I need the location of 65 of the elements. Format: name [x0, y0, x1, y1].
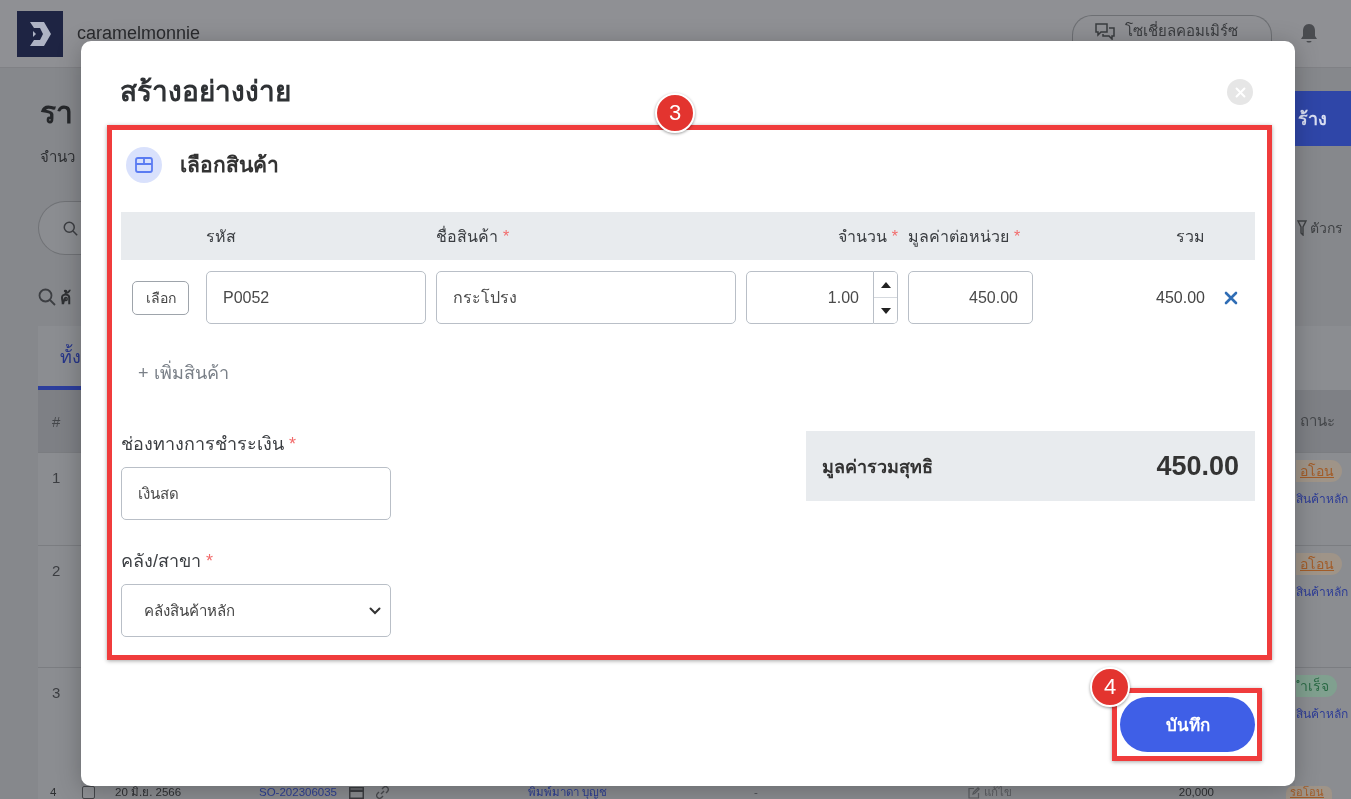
- order-number-link[interactable]: SO-202306035: [259, 786, 337, 799]
- status-tag: อโอน: [1296, 553, 1342, 575]
- search-icon: [38, 288, 56, 306]
- status-tag: อโอน: [1296, 460, 1342, 482]
- save-button[interactable]: บันทึก: [1120, 697, 1255, 752]
- filter-button[interactable]: ตัวกร: [1295, 218, 1351, 238]
- warehouse-link[interactable]: สินค้าหลัก: [1296, 585, 1348, 599]
- edit-icon: [968, 786, 980, 799]
- remove-button[interactable]: [1224, 290, 1238, 305]
- status-tag: รอโอน: [1286, 786, 1332, 799]
- customer-link[interactable]: พิมพ์มาดา บุญช: [528, 786, 608, 799]
- search-heading: ค้: [60, 287, 71, 310]
- code-field[interactable]: P0052: [206, 271, 426, 324]
- column-header: รหัส: [206, 226, 236, 247]
- quantity-field[interactable]: 1.00: [746, 271, 874, 324]
- order-date: 20 มิ.ย. 2566: [115, 786, 182, 799]
- summary-value: 450.00: [1156, 450, 1239, 482]
- dialog-title: สร้างอย่างง่าย: [120, 75, 291, 109]
- row-number: 2: [52, 562, 61, 579]
- logo-icon: [17, 10, 63, 57]
- status-tag: ำเร็จ: [1296, 675, 1337, 697]
- column-header: จำนวน *: [837, 226, 898, 247]
- search-field[interactable]: [38, 201, 81, 255]
- field-label: ช่องทางการชำระเงิน *: [121, 433, 296, 455]
- step-marker: 4: [1090, 667, 1130, 707]
- warehouse-select[interactable]: คลังสินค้าหลัก: [121, 584, 391, 637]
- chevron-down-icon: [369, 606, 381, 615]
- warehouse-link[interactable]: สินค้าหลัก: [1296, 492, 1348, 506]
- x-icon: [1224, 290, 1238, 305]
- unit-price-field[interactable]: 450.00: [908, 271, 1033, 324]
- line-total: 450.00: [1156, 288, 1205, 307]
- step-marker: 3: [655, 93, 695, 133]
- field-label: คลัง/สาขา *: [121, 550, 214, 572]
- search-icon: [63, 220, 78, 236]
- summary-label: มูลค่ารวมสุทธิ: [822, 455, 933, 481]
- bell-icon[interactable]: [1300, 23, 1318, 44]
- row-number: 3: [52, 684, 61, 701]
- increment-button[interactable]: [874, 272, 897, 298]
- select-button[interactable]: เลือก: [132, 280, 189, 315]
- section-title: เลือกสินค้า: [180, 152, 279, 178]
- add-item-button[interactable]: + เพิ่มสินค้า: [138, 362, 229, 385]
- page-subtitle: จำนว: [40, 147, 75, 167]
- column-header: #: [52, 412, 61, 430]
- card-icon[interactable]: [349, 786, 364, 799]
- caret-down-icon: [880, 307, 891, 314]
- column-header: มูลค่าต่อหน่วย *: [908, 226, 1021, 249]
- close-icon: [1234, 86, 1246, 98]
- column-header: รวม: [1176, 226, 1205, 247]
- column-header: ถานะ: [1300, 411, 1335, 431]
- value-text: -: [754, 786, 758, 799]
- create-button[interactable]: ร้าง: [1295, 91, 1351, 146]
- filter-icon: [1297, 220, 1307, 236]
- warehouse-link[interactable]: สินค้าหลัก: [1296, 707, 1348, 721]
- chat-icon: [1095, 22, 1115, 40]
- amount-text: 20,000: [1178, 786, 1214, 799]
- box-icon: [126, 147, 162, 183]
- row-number: 1: [52, 469, 61, 486]
- row-number: 4: [50, 786, 57, 799]
- checkbox[interactable]: [82, 786, 95, 799]
- payment-field[interactable]: เงินสด: [121, 467, 391, 520]
- page-title: รา: [40, 95, 73, 131]
- brand-name: caramelmonnie: [77, 23, 201, 44]
- product-name-field[interactable]: กระโปรง: [436, 271, 736, 324]
- column-header: ชื่อสินค้า *: [436, 225, 510, 247]
- caret-up-icon: [880, 281, 891, 288]
